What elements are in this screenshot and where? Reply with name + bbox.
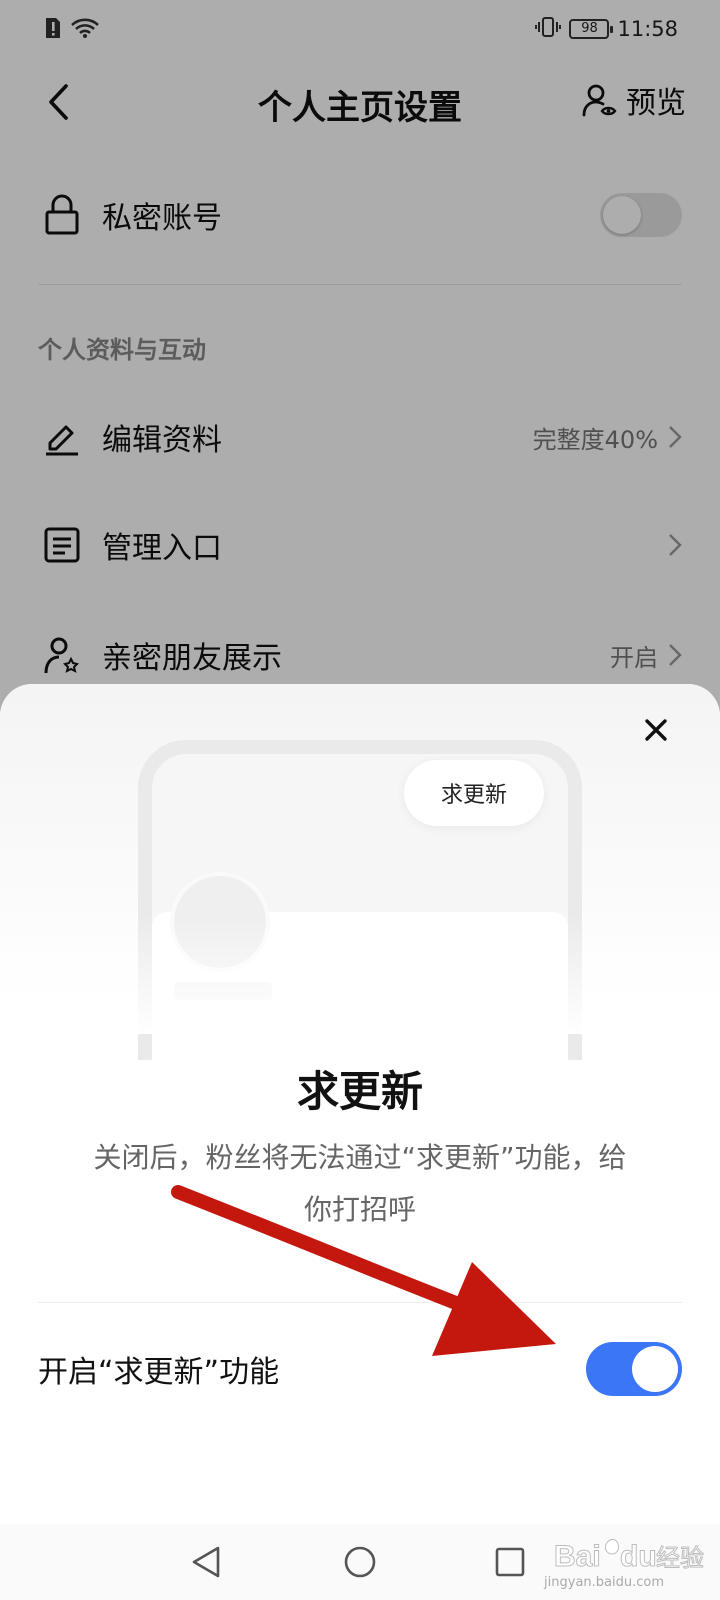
sheet-illustration: 求更新 — [0, 684, 720, 1072]
svg-text:Bai: Bai — [554, 1540, 601, 1573]
close-button[interactable] — [636, 710, 676, 750]
nav-home-button[interactable] — [336, 1538, 384, 1586]
svg-text:经验: 经验 — [656, 1544, 704, 1572]
illustration-fade — [0, 914, 720, 1034]
sheet-description: 关闭后，粉丝将无法通过“求更新”功能，给你打招呼 — [93, 1141, 627, 1226]
update-request-sheet: 求更新 求更新 关闭后，粉丝将无法通过“求更新”功能，给你打招呼 开启“求更新”… — [0, 684, 720, 1524]
watermark-url: jingyan.baidu.com — [544, 1575, 664, 1590]
update-request-feature-row: 开启“求更新”功能 — [38, 1332, 682, 1406]
update-request-toggle[interactable] — [586, 1342, 682, 1396]
svg-text:du: du — [620, 1540, 657, 1573]
nav-recents-button[interactable] — [486, 1538, 534, 1586]
sheet-divider — [38, 1302, 682, 1303]
illustration-update-button: 求更新 — [404, 760, 544, 826]
nav-back-button[interactable] — [182, 1538, 230, 1586]
baidu-logo-icon: Bai du 经验 — [554, 1539, 705, 1574]
sheet-title: 求更新 — [296, 1067, 423, 1116]
square-recents-icon — [495, 1547, 525, 1577]
toggle-knob — [632, 1346, 678, 1392]
baidu-watermark: Bai du 经验 jingyan.baidu.com — [544, 1530, 705, 1594]
close-icon — [645, 719, 667, 741]
feature-label: 开启“求更新”功能 — [38, 1355, 280, 1390]
triangle-back-icon — [192, 1546, 220, 1578]
circle-home-icon — [344, 1546, 376, 1578]
